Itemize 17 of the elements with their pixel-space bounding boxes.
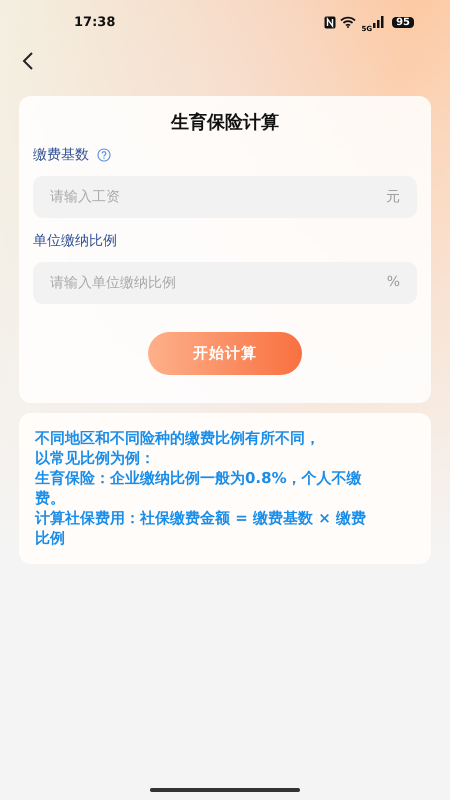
unit-label: 元 [386,188,400,206]
info-text: 不同地区和不同险种的缴费比例有所不同， [35,428,321,448]
field-label: 单位缴纳比例 [33,232,117,250]
field-label: 缴费基数 [33,146,89,164]
back-button[interactable] [22,51,34,71]
status-time: 17:38 [74,14,116,30]
calculate-button[interactable]: 开始计算 [148,332,302,375]
info-text: 以常见比例为例： [35,448,156,468]
info-text: 计算社保费用：社保缴费金额 = 缴费基数 × 缴费比例 [35,508,368,548]
unit-label: % [386,274,400,290]
signal-icon [373,16,386,28]
info-text: 生育保险：企业缴纳比例一般为0.8%，个人不缴费。 [35,468,363,508]
nfc-icon [324,16,336,28]
card-title: 生育保险计算 [170,111,280,134]
help-icon[interactable] [97,148,111,162]
wifi-icon [340,16,358,28]
battery-level: 95 [392,16,414,28]
